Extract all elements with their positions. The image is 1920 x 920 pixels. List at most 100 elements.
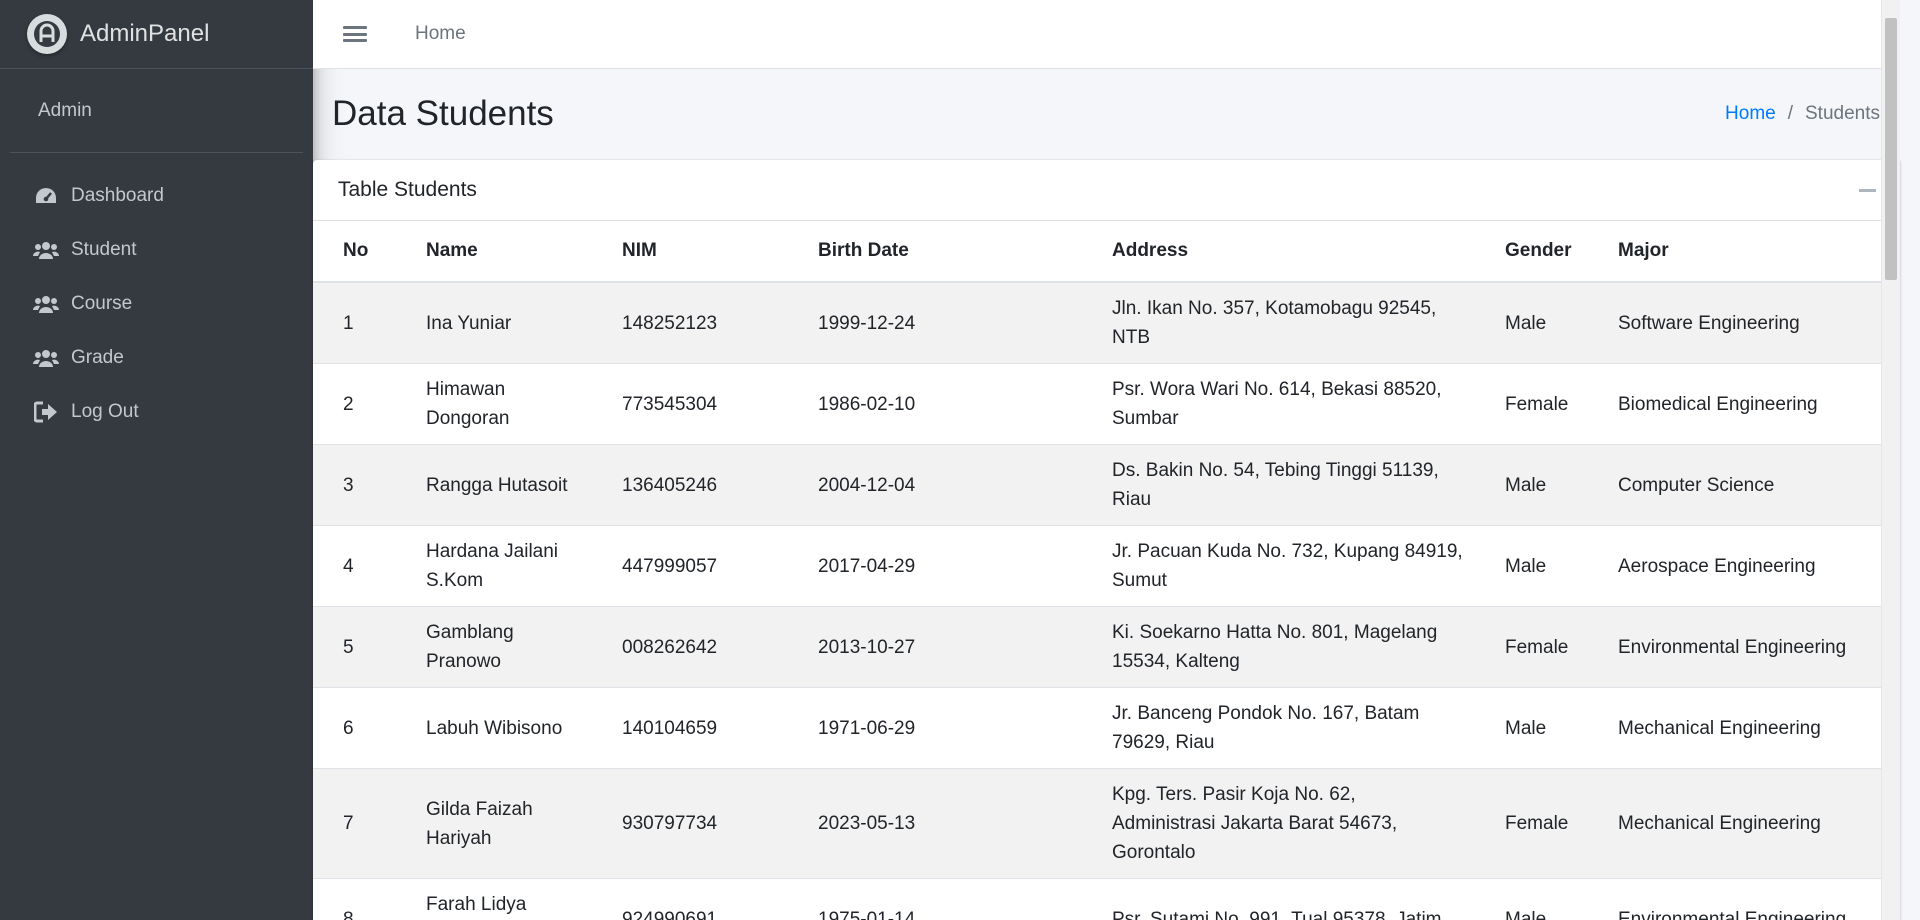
students-table: No Name NIM Birth Date Address Gender Ma… bbox=[313, 221, 1900, 920]
sign-out-icon bbox=[33, 400, 59, 424]
minus-icon bbox=[1858, 188, 1876, 192]
cell-birth-date: 2017-04-29 bbox=[788, 525, 1082, 607]
users-icon bbox=[33, 346, 59, 370]
cell-no: 2 bbox=[313, 363, 396, 445]
table-row[interactable]: 6 Labuh Wibisono 140104659 1971-06-29 Jr… bbox=[313, 687, 1900, 769]
users-icon bbox=[33, 292, 59, 316]
cell-birth-date: 2013-10-27 bbox=[788, 606, 1082, 688]
sidebar-nav: Dashboard Student Course Grade Log Out bbox=[0, 153, 313, 439]
column-header-major[interactable]: Major bbox=[1588, 221, 1900, 283]
cell-gender: Male bbox=[1475, 525, 1588, 607]
cell-major: Software Engineering bbox=[1588, 281, 1900, 364]
cell-no: 8 bbox=[313, 878, 396, 920]
menu-toggle-icon[interactable] bbox=[343, 24, 367, 44]
cell-name: Farah Lidya Nasyidah S.I.Kom bbox=[396, 878, 592, 920]
scrollbar-thumb[interactable] bbox=[1885, 18, 1897, 280]
page-scrollbar[interactable] bbox=[1881, 0, 1900, 920]
cell-major: Environmental Engineering bbox=[1588, 606, 1900, 688]
tachometer-icon bbox=[33, 184, 59, 208]
cell-birth-date: 1975-01-14 bbox=[788, 878, 1082, 920]
table-header-row: No Name NIM Birth Date Address Gender Ma… bbox=[313, 221, 1900, 283]
cell-birth-date: 2004-12-04 bbox=[788, 444, 1082, 526]
sidebar: AdminPanel Admin Dashboard Student Cours… bbox=[0, 0, 313, 920]
column-header-nim[interactable]: NIM bbox=[592, 221, 788, 283]
cell-no: 6 bbox=[313, 687, 396, 769]
cell-name: Ina Yuniar bbox=[396, 281, 592, 364]
sidebar-item-grade[interactable]: Grade bbox=[0, 331, 313, 385]
brand-link[interactable]: AdminPanel bbox=[0, 0, 313, 69]
table-row[interactable]: 7 Gilda Faizah Hariyah 930797734 2023-05… bbox=[313, 768, 1900, 879]
cell-name: Hardana Jailani S.Kom bbox=[396, 525, 592, 607]
brand-name: AdminPanel bbox=[80, 20, 210, 47]
cell-address: Kpg. Ters. Pasir Koja No. 62, Administra… bbox=[1082, 768, 1475, 879]
students-card: Table Students No Name NIM Birth Date Ad… bbox=[313, 160, 1900, 920]
breadcrumb-home-link[interactable]: Home bbox=[1725, 103, 1776, 125]
column-header-no[interactable]: No bbox=[313, 221, 396, 283]
column-header-birth-date[interactable]: Birth Date bbox=[788, 221, 1082, 283]
card-header: Table Students bbox=[313, 160, 1900, 221]
main-content: Home Data Students Home / Students Table… bbox=[313, 0, 1900, 920]
sidebar-item-logout[interactable]: Log Out bbox=[0, 385, 313, 439]
cell-nim: 930797734 bbox=[592, 768, 788, 879]
cell-address: Psr. Wora Wari No. 614, Bekasi 88520, Su… bbox=[1082, 363, 1475, 445]
column-header-address[interactable]: Address bbox=[1082, 221, 1475, 283]
cell-major: Aerospace Engineering bbox=[1588, 525, 1900, 607]
content-header: Data Students Home / Students bbox=[313, 69, 1900, 159]
cell-gender: Female bbox=[1475, 606, 1588, 688]
table-row[interactable]: 1 Ina Yuniar 148252123 1999-12-24 Jln. I… bbox=[313, 281, 1900, 364]
cell-gender: Male bbox=[1475, 687, 1588, 769]
cell-gender: Male bbox=[1475, 878, 1588, 920]
cell-address: Ki. Soekarno Hatta No. 801, Magelang 155… bbox=[1082, 606, 1475, 688]
cell-birth-date: 1986-02-10 bbox=[788, 363, 1082, 445]
cell-birth-date: 1971-06-29 bbox=[788, 687, 1082, 769]
cell-birth-date: 1999-12-24 bbox=[788, 281, 1082, 364]
cell-major: Mechanical Engineering bbox=[1588, 768, 1900, 879]
cell-gender: Male bbox=[1475, 444, 1588, 526]
cell-major: Environmental Engineering bbox=[1588, 878, 1900, 920]
sidebar-item-label: Log Out bbox=[71, 401, 139, 422]
cell-address: Jr. Banceng Pondok No. 167, Batam 79629,… bbox=[1082, 687, 1475, 769]
cell-gender: Female bbox=[1475, 363, 1588, 445]
card-title: Table Students bbox=[338, 178, 477, 201]
cell-birth-date: 2023-05-13 bbox=[788, 768, 1082, 879]
page-title: Data Students bbox=[332, 94, 554, 133]
brand-logo-icon bbox=[27, 14, 67, 54]
table-row[interactable]: 5 Gamblang Pranowo 008262642 2013-10-27 … bbox=[313, 606, 1900, 688]
cell-nim: 773545304 bbox=[592, 363, 788, 445]
cell-no: 3 bbox=[313, 444, 396, 526]
cell-nim: 148252123 bbox=[592, 281, 788, 364]
cell-address: Psr. Sutami No. 991, Tual 95378, Jatim bbox=[1082, 878, 1475, 920]
sidebar-item-label: Student bbox=[71, 239, 137, 260]
cell-gender: Female bbox=[1475, 768, 1588, 879]
cell-no: 7 bbox=[313, 768, 396, 879]
sidebar-item-student[interactable]: Student bbox=[0, 223, 313, 277]
table-row[interactable]: 8 Farah Lidya Nasyidah S.I.Kom 924990691… bbox=[313, 878, 1900, 920]
top-navbar: Home bbox=[313, 0, 1900, 69]
collapse-card-button[interactable] bbox=[1858, 181, 1876, 199]
cell-major: Biomedical Engineering bbox=[1588, 363, 1900, 445]
sidebar-item-course[interactable]: Course bbox=[0, 277, 313, 331]
cell-no: 1 bbox=[313, 281, 396, 364]
cell-name: Labuh Wibisono bbox=[396, 687, 592, 769]
cell-nim: 447999057 bbox=[592, 525, 788, 607]
table-row[interactable]: 3 Rangga Hutasoit 136405246 2004-12-04 D… bbox=[313, 444, 1900, 526]
sidebar-item-dashboard[interactable]: Dashboard bbox=[0, 169, 313, 223]
cell-nim: 008262642 bbox=[592, 606, 788, 688]
users-icon bbox=[33, 238, 59, 262]
breadcrumb-current: Students bbox=[1805, 103, 1880, 124]
breadcrumb: Home / Students bbox=[1725, 103, 1880, 125]
sidebar-item-label: Course bbox=[71, 293, 133, 314]
sidebar-item-label: Dashboard bbox=[71, 185, 164, 206]
cell-no: 5 bbox=[313, 606, 396, 688]
user-name[interactable]: Admin bbox=[38, 100, 92, 122]
table-row[interactable]: 2 Himawan Dongoran 773545304 1986-02-10 … bbox=[313, 363, 1900, 445]
sidebar-item-label: Grade bbox=[71, 347, 124, 368]
column-header-name[interactable]: Name bbox=[396, 221, 592, 283]
top-home-link[interactable]: Home bbox=[415, 23, 466, 45]
table-row[interactable]: 4 Hardana Jailani S.Kom 447999057 2017-0… bbox=[313, 525, 1900, 607]
cell-name: Rangga Hutasoit bbox=[396, 444, 592, 526]
cell-no: 4 bbox=[313, 525, 396, 607]
breadcrumb-separator: / bbox=[1787, 103, 1793, 124]
column-header-gender[interactable]: Gender bbox=[1475, 221, 1588, 283]
cell-major: Computer Science bbox=[1588, 444, 1900, 526]
